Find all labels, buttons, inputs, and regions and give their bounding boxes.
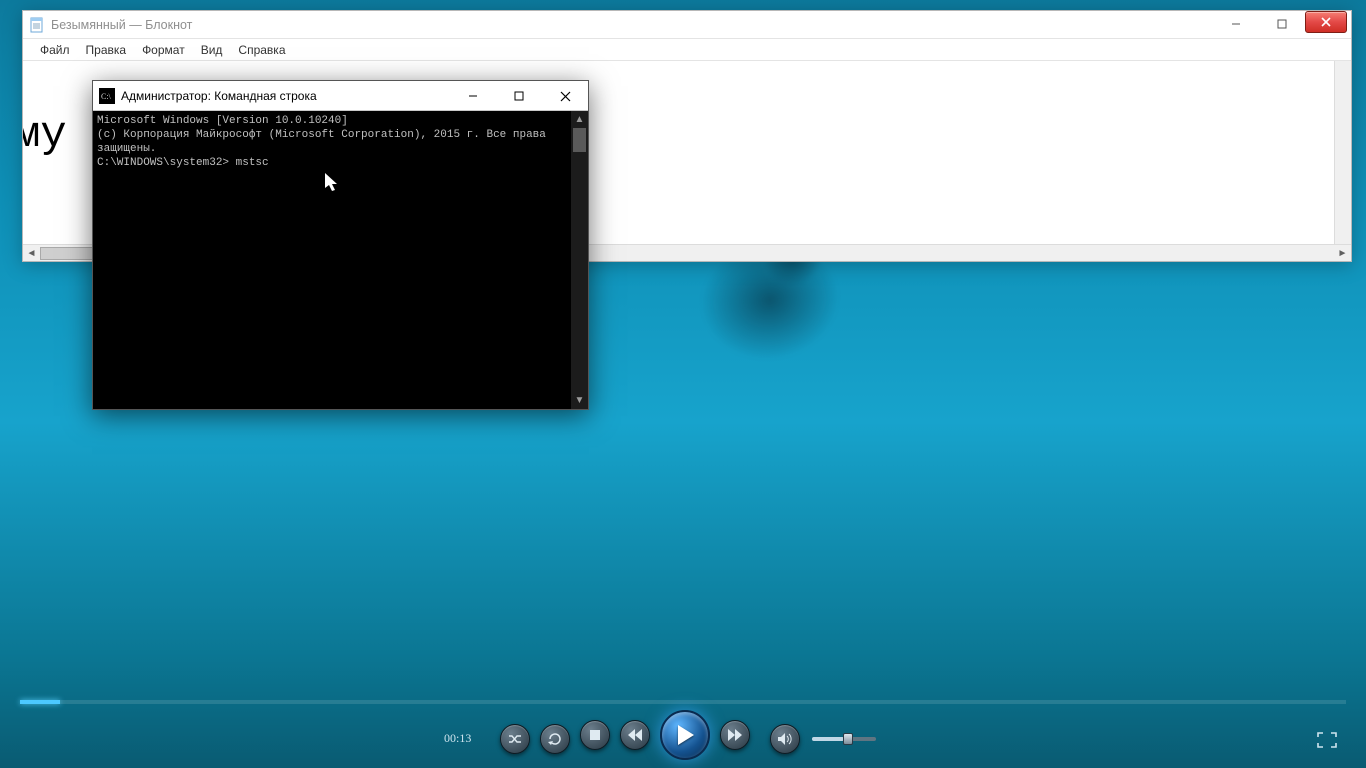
notepad-minimize-button[interactable] [1213, 13, 1259, 35]
cmd-scroll-thumb[interactable] [573, 128, 586, 152]
scroll-right-icon[interactable]: ► [1334, 245, 1351, 262]
notepad-vscrollbar[interactable] [1334, 61, 1351, 244]
cmd-minimize-button[interactable] [450, 81, 496, 111]
cmd-window: C:\ Администратор: Командная строка Micr… [92, 80, 589, 410]
menu-view[interactable]: Вид [194, 41, 230, 59]
shuffle-button[interactable] [500, 724, 530, 754]
video-played [20, 700, 60, 704]
stop-button[interactable] [580, 720, 610, 750]
cursor-icon [325, 173, 339, 198]
volume-slider[interactable] [812, 737, 876, 741]
previous-button[interactable] [620, 720, 650, 750]
cmd-title: Администратор: Командная строка [121, 89, 317, 103]
cmd-output[interactable]: Microsoft Windows [Version 10.0.10240] (… [93, 111, 588, 173]
cmd-line1: Microsoft Windows [Version 10.0.10240] [97, 114, 584, 128]
cmd-icon: C:\ [99, 88, 115, 104]
menu-format[interactable]: Формат [135, 41, 192, 59]
notepad-title: Безымянный — Блокнот [51, 18, 192, 32]
video-seekbar[interactable] [20, 700, 1346, 704]
notepad-close-button[interactable] [1305, 11, 1347, 33]
svg-text:C:\: C:\ [101, 92, 112, 101]
menu-edit[interactable]: Правка [79, 41, 134, 59]
scroll-left-icon[interactable]: ◄ [23, 245, 40, 262]
cmd-scroll-up-icon[interactable]: ▲ [571, 111, 588, 128]
notepad-titlebar[interactable]: Безымянный — Блокнот [23, 11, 1351, 39]
notepad-maximize-button[interactable] [1259, 13, 1305, 35]
cmd-line2: (c) Корпорация Майкрософт (Microsoft Cor… [97, 128, 584, 156]
cmd-maximize-button[interactable] [496, 81, 542, 111]
fullscreen-button[interactable] [1314, 730, 1340, 750]
next-button[interactable] [720, 720, 750, 750]
menu-file[interactable]: Файл [33, 41, 77, 59]
volume-knob[interactable] [843, 733, 853, 745]
volume-fill [812, 737, 844, 741]
mute-button[interactable] [770, 724, 800, 754]
play-button[interactable] [660, 710, 710, 760]
hscroll-thumb[interactable] [40, 247, 100, 260]
notepad-menubar: Файл Правка Формат Вид Справка [23, 39, 1351, 61]
notepad-icon [29, 17, 45, 33]
cmd-vscrollbar[interactable]: ▲ ▼ [571, 111, 588, 409]
repeat-button[interactable] [540, 724, 570, 754]
playback-time: 00:13 [444, 731, 471, 746]
cmd-titlebar[interactable]: C:\ Администратор: Командная строка [93, 81, 588, 111]
menu-help[interactable]: Справка [231, 41, 292, 59]
cmd-prompt: C:\WINDOWS\system32> mstsc [97, 156, 584, 170]
cmd-scroll-down-icon[interactable]: ▼ [571, 392, 588, 409]
cmd-close-button[interactable] [542, 81, 588, 111]
